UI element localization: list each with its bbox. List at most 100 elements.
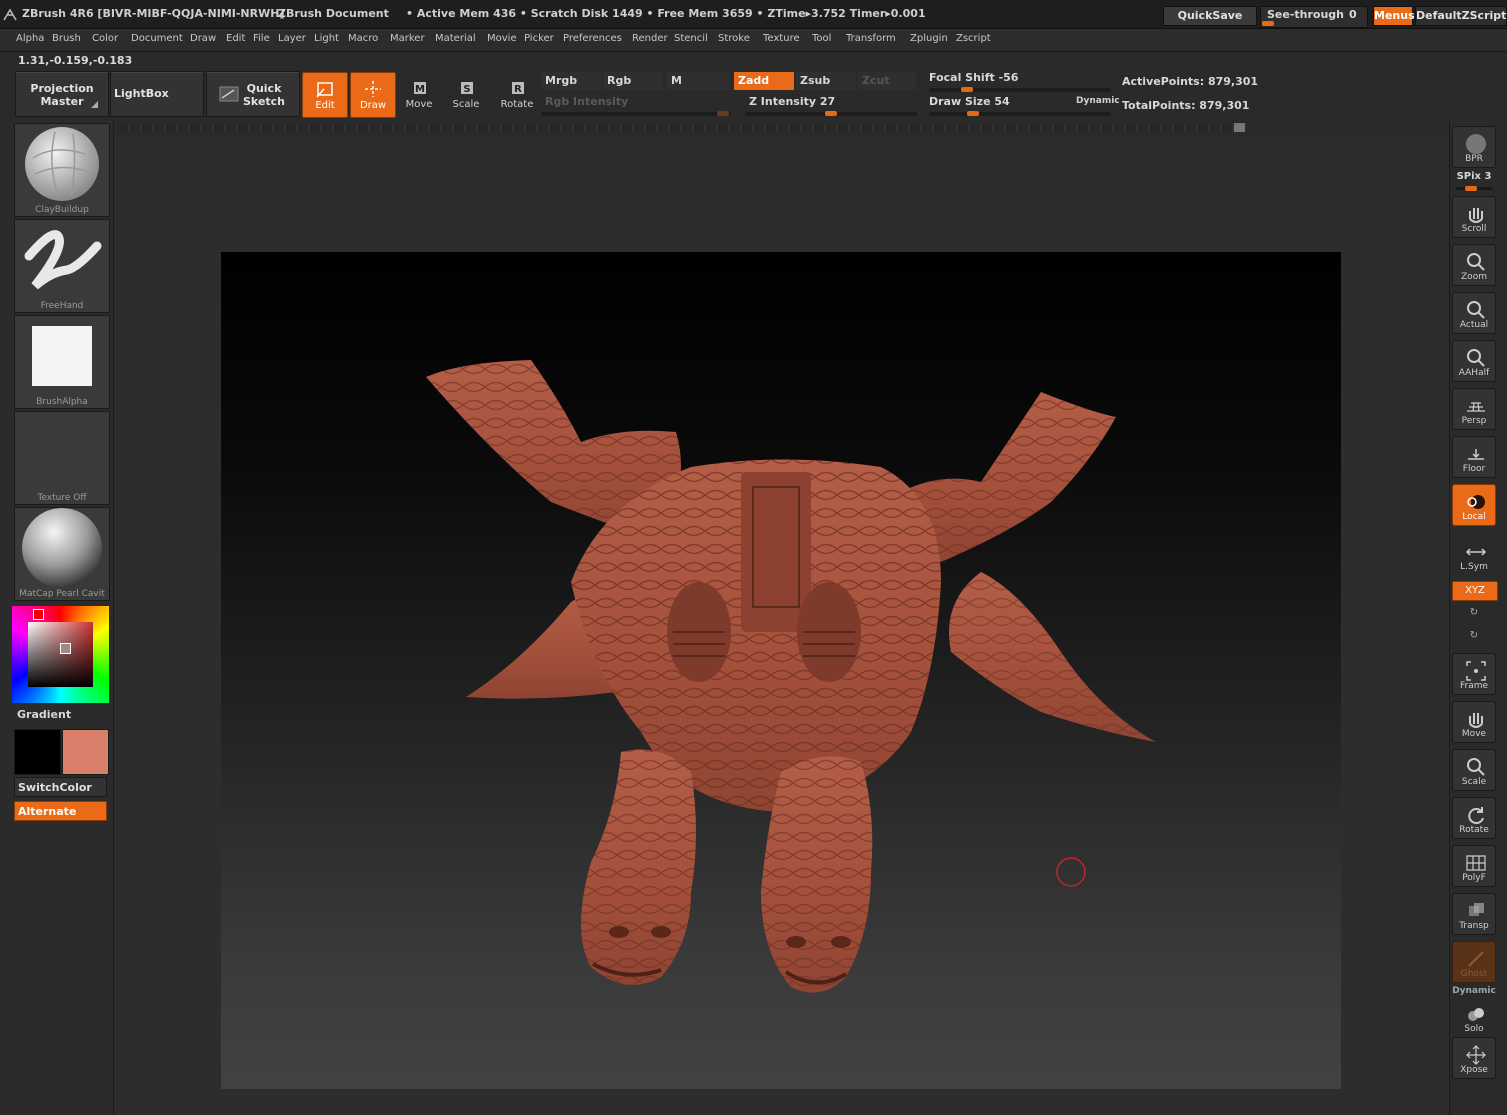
brush-thumbnail[interactable]: ClayBuildup [14,123,110,217]
menus-button[interactable]: Menus [1373,6,1415,26]
menu-edit[interactable]: Edit [226,33,245,44]
main-color-swatch[interactable] [14,729,61,775]
aahalf-button[interactable]: AAHalf [1452,340,1496,382]
zsub-button[interactable]: Zsub [796,72,856,90]
rotate-view-label: Rotate [1459,825,1489,835]
z-intensity-slider[interactable] [745,111,917,116]
solo-button[interactable]: Solo [1452,996,1496,1038]
rotate-mode-button[interactable]: R Rotate [495,72,539,116]
z-intensity-knob[interactable] [825,111,837,116]
menu-file[interactable]: File [253,33,270,44]
scroll-button[interactable]: Scroll [1452,196,1496,238]
see-through-slider[interactable]: See-through 0 [1260,6,1368,28]
default-zscript-button[interactable]: DefaultZScript [1415,6,1507,26]
shelf-strip-handle[interactable] [1234,123,1245,132]
ghost-button[interactable]: Ghost [1452,941,1496,983]
menu-render[interactable]: Render [632,33,668,44]
polyf-button[interactable]: PolyF [1452,845,1496,887]
horizontal-shelf-strip[interactable] [118,124,1246,131]
menu-material[interactable]: Material [435,33,476,44]
color-saturation-square[interactable] [28,622,93,687]
alternate-button[interactable]: Alternate [14,801,107,821]
alpha-thumbnail[interactable]: BrushAlpha [14,315,110,409]
rotate-y-icon[interactable]: ↻ [1452,607,1496,618]
menu-tool[interactable]: Tool [812,33,831,44]
menu-stroke[interactable]: Stroke [718,33,750,44]
local-button[interactable]: Local [1452,484,1496,526]
stroke-thumbnail[interactable]: FreeHand [14,219,110,313]
mrgb-button[interactable]: Mrgb [541,72,601,90]
menu-transform[interactable]: Transform [846,33,896,44]
lsym-label: L.Sym [1460,562,1488,572]
xyz-button[interactable]: XYZ [1452,581,1498,601]
transp-button[interactable]: Transp [1452,893,1496,935]
menu-light[interactable]: Light [314,33,339,44]
menu-picker[interactable]: Picker [524,33,554,44]
lightbox-button[interactable]: LightBox [110,71,204,117]
xpose-button[interactable]: Xpose [1452,1037,1496,1079]
texture-thumbnail[interactable]: Texture Off [14,411,110,505]
scale-view-button[interactable]: Scale [1452,749,1496,791]
rgb-intensity-knob[interactable] [717,111,729,116]
menu-movie[interactable]: Movie [487,33,517,44]
menu-marker[interactable]: Marker [390,33,425,44]
draw-mode-button[interactable]: Draw [350,72,396,118]
menu-color[interactable]: Color [92,33,118,44]
quicksave-button[interactable]: QuickSave [1163,6,1257,26]
actual-button[interactable]: Actual [1452,292,1496,334]
edit-mode-button[interactable]: Edit [302,72,348,118]
focal-shift-knob[interactable] [961,87,973,92]
gradient-label[interactable]: Gradient [17,708,71,721]
focal-shift-slider[interactable] [929,87,1111,92]
menu-draw[interactable]: Draw [190,33,216,44]
spix-knob[interactable] [1465,186,1477,191]
menu-stencil[interactable]: Stencil [674,33,708,44]
lsym-button[interactable]: L.Sym [1452,534,1496,576]
rotate-z-icon[interactable]: ↻ [1452,630,1496,641]
quick-sketch-button[interactable]: Quick Sketch [206,71,300,117]
scale-mode-button[interactable]: S Scale [444,72,488,116]
material-thumbnail[interactable]: MatCap Pearl Cavit [14,507,110,601]
floor-button[interactable]: Floor [1452,436,1496,478]
rotate-view-button[interactable]: Rotate [1452,797,1496,839]
menu-preferences[interactable]: Preferences [563,33,622,44]
rgb-button[interactable]: Rgb [603,72,663,90]
document-canvas[interactable] [221,252,1341,1089]
spix-label[interactable]: SPix 3 [1452,171,1496,182]
switch-color-button[interactable]: SwitchColor [14,777,107,797]
projection-master-button[interactable]: Projection Master [15,71,109,117]
bpr-button[interactable]: BPR [1452,126,1496,168]
menu-texture[interactable]: Texture [763,33,800,44]
dragon-model-sculpt[interactable] [221,252,1341,1089]
zcut-button[interactable]: Zcut [858,72,916,90]
color-marker[interactable] [60,643,71,654]
secondary-color-swatch[interactable] [62,729,109,775]
menu-document[interactable]: Document [131,33,183,44]
zoom-button[interactable]: Zoom [1452,244,1496,286]
menu-layer[interactable]: Layer [278,33,306,44]
draw-label: Draw [359,100,387,111]
draw-size-slider[interactable] [929,111,1111,116]
menu-alpha[interactable]: Alpha [16,33,44,44]
draw-size-knob[interactable] [967,111,979,116]
menu-macro[interactable]: Macro [348,33,378,44]
see-through-knob[interactable] [1262,21,1274,26]
frame-button[interactable]: Frame [1452,653,1496,695]
move-view-button[interactable]: Move [1452,701,1496,743]
local-transform-icon [1467,495,1485,509]
hue-marker[interactable] [33,609,44,620]
zadd-button[interactable]: Zadd [734,72,794,90]
m-button[interactable]: M [667,72,729,90]
menu-zscript[interactable]: Zscript [956,33,991,44]
color-picker[interactable] [12,606,109,703]
move-mode-button[interactable]: M Move [397,72,441,116]
menu-brush[interactable]: Brush [52,33,81,44]
spix-slider[interactable] [1456,186,1492,191]
transp-label: Transp [1459,921,1489,931]
rgb-intensity-slider[interactable] [541,111,731,116]
dynamic-toggle[interactable]: Dynamic [1076,96,1120,106]
persp-label: Persp [1461,416,1487,426]
menu-zplugin[interactable]: Zplugin [910,33,948,44]
freehand-stroke-icon [24,230,102,290]
persp-button[interactable]: Persp [1452,388,1496,430]
